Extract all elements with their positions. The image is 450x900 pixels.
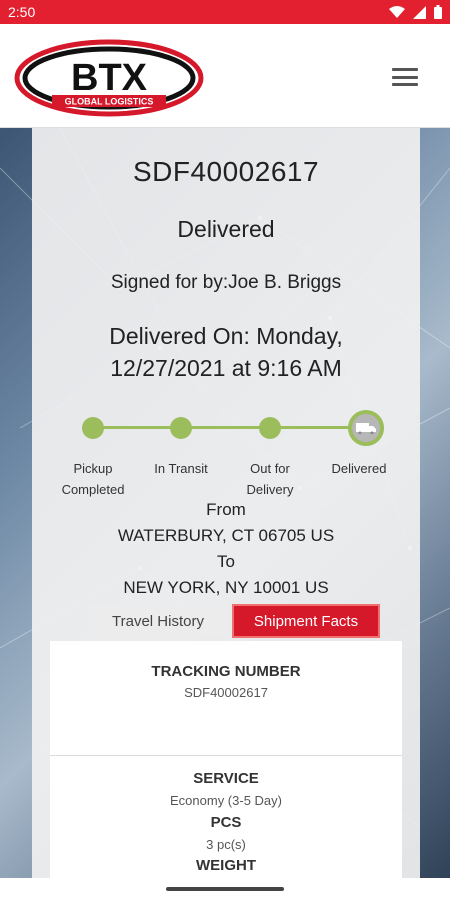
step-label-out-for-delivery: Out for Delivery xyxy=(225,458,315,500)
fact-divider xyxy=(50,755,402,756)
pcs-label: PCS xyxy=(210,814,242,831)
status-bar: 2:50 xyxy=(0,0,450,24)
step-dot-delivered xyxy=(348,410,384,446)
system-nav-bar xyxy=(0,878,450,900)
battery-icon xyxy=(434,5,442,19)
tracking-number-title: SDF40002617 xyxy=(132,156,320,187)
menu-line xyxy=(392,83,418,86)
delivered-on-text: Delivered On: Monday, 12/27/2021 at 9:16… xyxy=(32,320,420,384)
menu-line xyxy=(392,75,418,79)
tracking-number-value: SDF40002617 xyxy=(184,685,268,700)
from-label: From xyxy=(206,500,246,519)
shipment-facts-panel: TRACKING NUMBER SDF40002617 SERVICE Econ… xyxy=(50,641,402,881)
step-label-line: Pickup xyxy=(73,461,113,476)
to-address: NEW YORK, NY 10001 US xyxy=(123,578,329,597)
tracking-number-label: TRACKING NUMBER xyxy=(151,663,301,680)
hamburger-menu-button[interactable] xyxy=(392,68,418,86)
menu-line xyxy=(392,68,418,71)
service-value: Economy (3-5 Day) xyxy=(170,793,282,808)
status-time: 2:50 xyxy=(8,4,36,20)
app-header: BTX GLOBAL LOGISTICS xyxy=(0,24,450,128)
from-address: WATERBURY, CT 06705 US xyxy=(117,526,335,545)
svg-text:BTX: BTX xyxy=(71,57,148,99)
step-label-line: In Transit xyxy=(154,461,208,476)
step-label-line: Out for xyxy=(250,461,290,476)
step-label-line: Delivery xyxy=(246,482,294,497)
tab-travel-history[interactable]: Travel History xyxy=(88,604,228,638)
progress-line xyxy=(92,426,368,429)
step-dot-in-transit xyxy=(170,417,192,439)
wifi-icon xyxy=(389,6,405,18)
step-label-line: Completed xyxy=(61,482,125,497)
tab-shipment-facts[interactable]: Shipment Facts xyxy=(232,604,380,638)
step-label-delivered: Delivered xyxy=(314,458,404,479)
service-label: SERVICE xyxy=(193,770,259,787)
btx-logo[interactable]: BTX GLOBAL LOGISTICS xyxy=(14,38,204,118)
to-label: To xyxy=(217,552,235,571)
detail-tabs: Travel History Shipment Facts xyxy=(88,604,380,638)
pcs-value: 3 pc(s) xyxy=(206,837,246,852)
step-label-line: Delivered xyxy=(331,461,387,476)
signal-icon xyxy=(413,5,426,19)
step-label-in-transit: In Transit xyxy=(136,458,226,479)
step-dot-pickup xyxy=(82,417,104,439)
signed-for-text: Signed for by:Joe B. Briggs xyxy=(110,272,342,293)
status-icons xyxy=(389,5,442,19)
delivered-on-line2: 12/27/2021 at 9:16 AM xyxy=(110,355,342,381)
step-label-pickup: Pickup Completed xyxy=(48,458,138,500)
weight-label: WEIGHT xyxy=(196,857,256,874)
home-gesture-handle[interactable] xyxy=(166,887,284,891)
step-dot-out-for-delivery xyxy=(259,417,281,439)
delivered-on-line1: Delivered On: Monday, xyxy=(109,323,343,349)
truck-icon xyxy=(356,423,376,434)
shipment-status: Delivered xyxy=(177,216,275,242)
svg-text:GLOBAL LOGISTICS: GLOBAL LOGISTICS xyxy=(65,97,154,107)
